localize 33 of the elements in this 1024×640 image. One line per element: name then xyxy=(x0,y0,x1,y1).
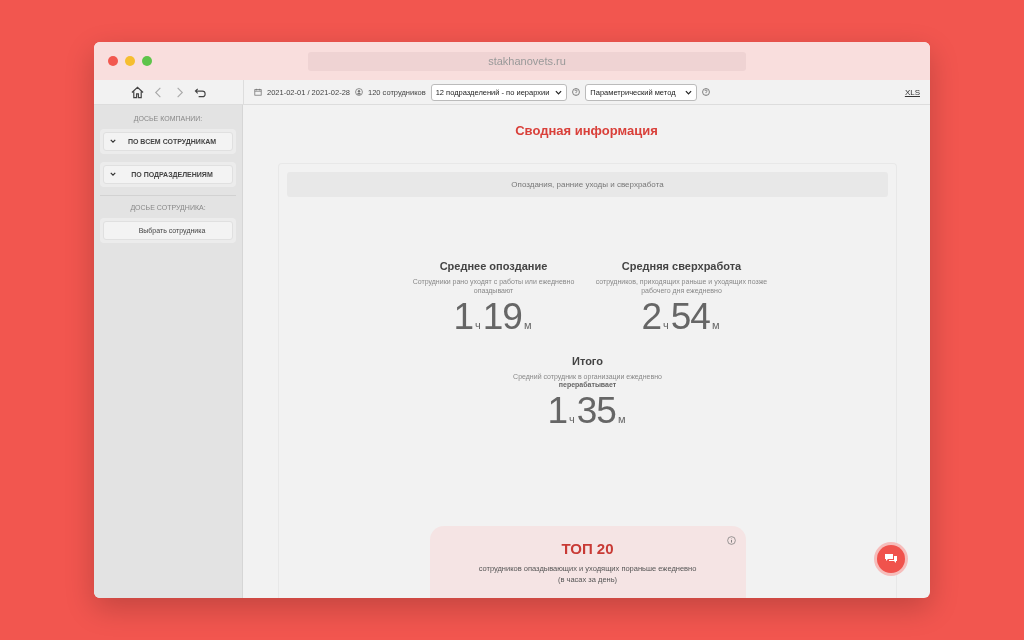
chat-button[interactable] xyxy=(877,545,905,573)
minutes-unit: м xyxy=(523,318,532,331)
hours-unit: ч xyxy=(663,318,669,331)
page-title: Сводная информация xyxy=(515,123,658,138)
maximize-button[interactable] xyxy=(142,56,152,66)
minutes-unit: м xyxy=(617,413,626,425)
minutes-unit: м xyxy=(711,318,720,331)
top-title: ТОП 20 xyxy=(561,540,614,557)
minutes-value: 54 xyxy=(670,297,710,335)
minimize-button[interactable] xyxy=(125,56,135,66)
info-icon[interactable] xyxy=(726,536,736,545)
chevron-icon xyxy=(110,171,116,177)
minutes-value: 35 xyxy=(576,392,616,429)
hours-unit: ч xyxy=(569,413,575,425)
home-icon[interactable] xyxy=(130,85,144,99)
hours-value: 2 xyxy=(641,297,662,335)
metric-title: Средняя сверхработа xyxy=(621,260,742,272)
caret-icon xyxy=(685,88,693,96)
card-header: Опоздания, ранние уходы и сверхработа xyxy=(287,172,888,197)
hours-value: 1 xyxy=(453,297,474,335)
minutes-value: 19 xyxy=(482,297,522,335)
chevron-icon xyxy=(110,138,116,144)
export-link[interactable]: XLS xyxy=(904,87,920,97)
help-icon[interactable] xyxy=(572,88,581,96)
metric-title: Итого xyxy=(572,354,603,367)
hours-unit: ч xyxy=(475,318,481,331)
person-icon xyxy=(355,88,363,96)
calendar-icon xyxy=(254,88,262,96)
caret-icon xyxy=(555,88,563,96)
metric-title: Среднее опоздание xyxy=(439,260,548,272)
hours-value: 1 xyxy=(547,392,568,429)
help-icon[interactable] xyxy=(702,88,711,96)
close-button[interactable] xyxy=(108,56,118,66)
